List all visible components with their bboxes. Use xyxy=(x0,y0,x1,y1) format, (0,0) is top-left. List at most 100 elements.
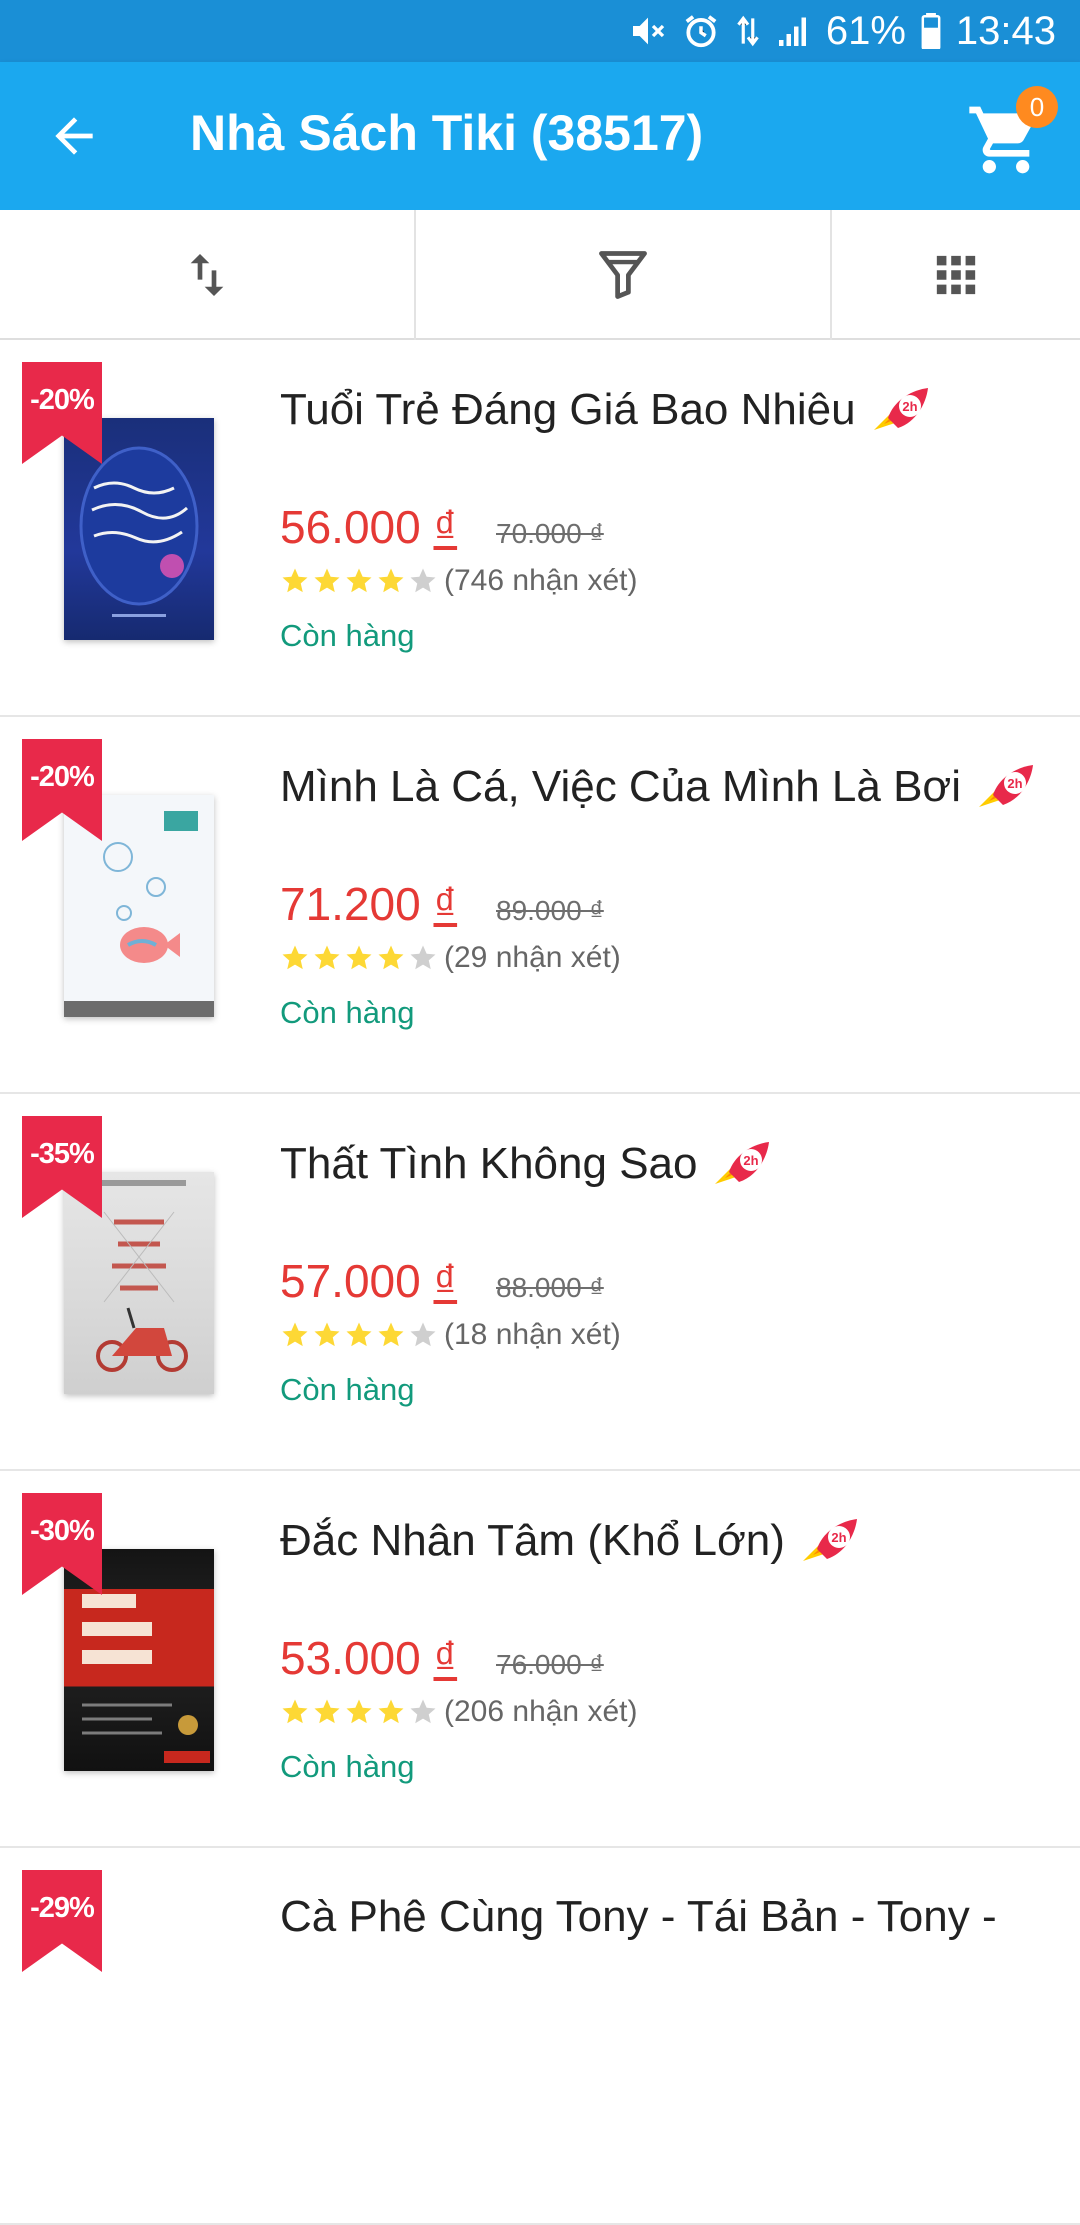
currency-symbol: ₫ xyxy=(433,1632,458,1684)
status-bar: 61% 13:43 xyxy=(0,0,1080,62)
data-transfer-icon xyxy=(737,15,759,47)
product-title: Mình Là Cá, Việc Của Mình Là Bơi 2h xyxy=(280,761,1037,813)
original-price: 89.000 ₫ xyxy=(496,895,604,926)
sale-price-value: 53.000 xyxy=(280,1632,421,1684)
funnel-icon xyxy=(599,251,647,299)
discount-label: -30% xyxy=(30,1515,95,1547)
stock-status: Còn hàng xyxy=(280,995,415,1030)
star-empty-icon xyxy=(410,1699,436,1724)
star-empty-icon xyxy=(410,945,436,970)
discount-ribbon: -20% xyxy=(22,739,102,841)
product-title: Cà Phê Cùng Tony - Tái Bản - Tony - xyxy=(280,1892,997,1942)
product-item[interactable]: -20% Tuổi Trẻ Đáng Giá Bao Nhiêu 2h 56.0… xyxy=(0,340,1080,717)
review-count: (206 nhận xét) xyxy=(444,1695,638,1728)
discount-label: -35% xyxy=(30,1138,95,1170)
star-filled-icon xyxy=(378,1322,404,1347)
review-count: (18 nhận xét) xyxy=(444,1318,621,1351)
cart-count-badge: 0 xyxy=(1016,86,1058,128)
product-name: Mình Là Cá, Việc Của Mình Là Bơi xyxy=(280,762,962,811)
svg-text:2h: 2h xyxy=(1007,776,1022,791)
star-filled-icon xyxy=(346,1699,372,1724)
product-title: Tuổi Trẻ Đáng Giá Bao Nhiêu 2h xyxy=(280,384,932,436)
product-name: Cà Phê Cùng Tony - Tái Bản - Tony - xyxy=(280,1892,997,1941)
star-filled-icon xyxy=(378,945,404,970)
star-filled-icon xyxy=(314,1699,340,1724)
filter-button[interactable] xyxy=(414,210,830,340)
original-price: 88.000 ₫ xyxy=(496,1272,604,1303)
product-item[interactable]: -20% Mình Là Cá, Việc Của Mình Là Bơi 2h… xyxy=(0,717,1080,1094)
review-count: (29 nhận xét) xyxy=(444,941,621,974)
sale-price: 71.200 ₫ xyxy=(280,877,457,931)
stock-status: Còn hàng xyxy=(280,1372,415,1407)
back-button[interactable] xyxy=(40,102,108,170)
star-filled-icon xyxy=(282,945,308,970)
clock: 13:43 xyxy=(955,8,1056,53)
star-empty-icon xyxy=(410,568,436,593)
rating: (746 nhận xét) xyxy=(280,564,637,598)
battery-percentage: 61% xyxy=(825,8,906,53)
signal-icon xyxy=(778,17,806,46)
discount-label: -20% xyxy=(30,384,95,416)
sort-button[interactable] xyxy=(0,210,414,340)
star-filled-icon xyxy=(282,1322,308,1347)
arrow-left-icon xyxy=(55,117,93,155)
discount-ribbon: -35% xyxy=(22,1116,102,1218)
product-item[interactable]: -29% Cà Phê Cùng Tony - Tái Bản - Tony - xyxy=(0,1848,1080,2225)
product-item[interactable]: -30% Đắc Nhân Tâm (Khổ Lớn) 2h 53.000 ₫ … xyxy=(0,1471,1080,1848)
tikinow-2h-rocket-icon: 2h xyxy=(715,1142,770,1184)
star-filled-icon xyxy=(378,568,404,593)
tikinow-2h-rocket-icon: 2h xyxy=(802,1519,857,1561)
currency-symbol: ₫ xyxy=(433,501,458,553)
product-name: Đắc Nhân Tâm (Khổ Lớn) xyxy=(280,1516,785,1565)
sale-price: 57.000 ₫ xyxy=(280,1254,457,1308)
star-filled-icon xyxy=(346,945,372,970)
star-filled-icon xyxy=(314,568,340,593)
star-filled-icon xyxy=(314,1322,340,1347)
stock-status: Còn hàng xyxy=(280,1749,415,1784)
svg-text:2h: 2h xyxy=(902,399,917,414)
rating: (18 nhận xét) xyxy=(280,1318,621,1352)
sale-price: 56.000 ₫ xyxy=(280,500,457,554)
discount-label: -20% xyxy=(30,761,95,793)
original-price: 76.000 ₫ xyxy=(496,1649,604,1680)
star-rating xyxy=(280,1697,438,1727)
rating: (29 nhận xét) xyxy=(280,941,621,975)
sale-price-value: 56.000 xyxy=(280,501,421,553)
currency-symbol: ₫ xyxy=(433,1255,458,1307)
grid-view-button[interactable] xyxy=(830,210,1080,340)
battery-icon xyxy=(921,13,941,49)
star-rating xyxy=(280,566,438,596)
discount-label: -29% xyxy=(30,1892,95,1924)
star-filled-icon xyxy=(314,945,340,970)
product-name: Tuổi Trẻ Đáng Giá Bao Nhiêu xyxy=(280,385,856,434)
tikinow-2h-rocket-icon: 2h xyxy=(873,388,928,430)
star-filled-icon xyxy=(378,1699,404,1724)
mute-icon xyxy=(632,17,665,45)
product-name: Thất Tình Không Sao xyxy=(280,1139,698,1188)
alarm-icon xyxy=(685,15,717,48)
sale-price-value: 57.000 xyxy=(280,1255,421,1307)
review-count: (746 nhận xét) xyxy=(444,564,638,597)
product-title: Đắc Nhân Tâm (Khổ Lớn) 2h xyxy=(280,1515,861,1567)
star-filled-icon xyxy=(346,568,372,593)
star-rating xyxy=(280,943,438,973)
sort-arrows-icon xyxy=(190,254,224,296)
app-bar: Nhà Sách Tiki (38517) 0 xyxy=(0,62,1080,210)
star-empty-icon xyxy=(410,1322,436,1347)
status-icons: 61% 13:43 xyxy=(628,0,1056,62)
stock-status: Còn hàng xyxy=(280,618,415,653)
product-item[interactable]: -35% Thất Tình Không Sao 2h 57.000 ₫ 88.… xyxy=(0,1094,1080,1471)
product-title: Thất Tình Không Sao 2h xyxy=(280,1138,773,1190)
star-filled-icon xyxy=(282,568,308,593)
star-filled-icon xyxy=(346,1322,372,1347)
grid-view-icon xyxy=(936,255,976,295)
rating: (206 nhận xét) xyxy=(280,1695,637,1729)
discount-ribbon: -30% xyxy=(22,1493,102,1595)
discount-ribbon: -29% xyxy=(22,1870,102,1972)
star-filled-icon xyxy=(282,1699,308,1724)
sale-price-value: 71.200 xyxy=(280,878,421,930)
svg-text:2h: 2h xyxy=(831,1530,846,1545)
svg-text:2h: 2h xyxy=(744,1153,759,1168)
currency-symbol: ₫ xyxy=(433,878,458,930)
discount-ribbon: -20% xyxy=(22,362,102,464)
